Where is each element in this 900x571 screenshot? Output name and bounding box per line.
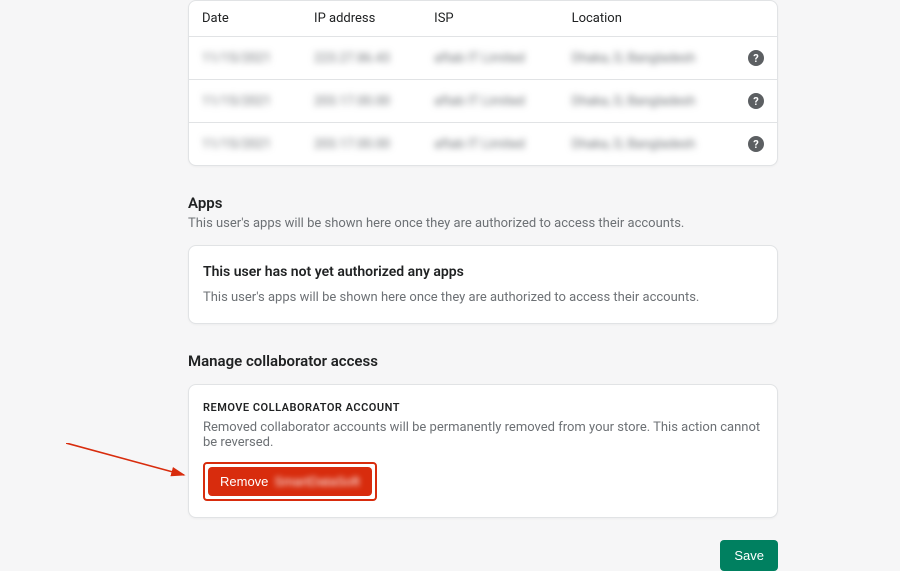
cell-location: Dhaka, D, Bangladesh [572,51,696,66]
annotation-arrow-icon [66,443,206,493]
apps-card: This user has not yet authorized any app… [188,245,778,324]
remove-button-name: SmartDataSoft [274,474,359,489]
remove-collaborator-button[interactable]: Remove SmartDataSoft [208,467,372,496]
apps-section-title: Apps [188,194,778,212]
cell-date: 11/15/2021 [202,137,271,152]
table-row: 11/15/2021 203.17.00.00 aftab IT Limited… [189,123,777,166]
login-history-card: Date IP address ISP Location 11/15/2021 … [188,0,778,166]
apps-card-title: This user has not yet authorized any app… [203,264,763,280]
login-history-table: Date IP address ISP Location 11/15/2021 … [189,1,777,165]
cell-location: Dhaka, D, Bangladesh [572,137,696,152]
table-row: 11/15/2021 223.27.86.43 aftab IT Limited… [189,37,777,80]
cell-date: 11/15/2021 [202,51,271,66]
col-date: Date [189,1,301,37]
cell-ip: 203.17.00.00 [314,94,390,109]
cell-ip: 203.17.00.00 [314,137,390,152]
col-location: Location [559,1,735,37]
remove-button-label: Remove [220,474,268,489]
collab-desc: Removed collaborator accounts will be pe… [203,420,763,450]
remove-button-highlight: Remove SmartDataSoft [203,462,377,501]
save-button[interactable]: Save [720,540,778,571]
question-icon[interactable]: ? [748,50,764,66]
apps-card-sub: This user's apps will be shown here once… [203,290,763,305]
col-isp: ISP [421,1,558,37]
apps-section-subtitle: This user's apps will be shown here once… [188,216,778,231]
col-ip: IP address [301,1,421,37]
collab-card: REMOVE COLLABORATOR ACCOUNT Removed coll… [188,384,778,518]
cell-isp: aftab IT Limited [434,137,525,152]
cell-ip: 223.27.86.43 [314,51,390,66]
collab-heading: REMOVE COLLABORATOR ACCOUNT [203,401,763,414]
cell-location: Dhaka, D, Bangladesh [572,94,696,109]
footer: Save [188,540,778,571]
cell-isp: aftab IT Limited [434,94,525,109]
question-icon[interactable]: ? [748,93,764,109]
collab-section-title: Manage collaborator access [188,352,778,370]
cell-isp: aftab IT Limited [434,51,525,66]
table-row: 11/15/2021 203.17.00.00 aftab IT Limited… [189,80,777,123]
question-icon[interactable]: ? [748,136,764,152]
cell-date: 11/15/2021 [202,94,271,109]
